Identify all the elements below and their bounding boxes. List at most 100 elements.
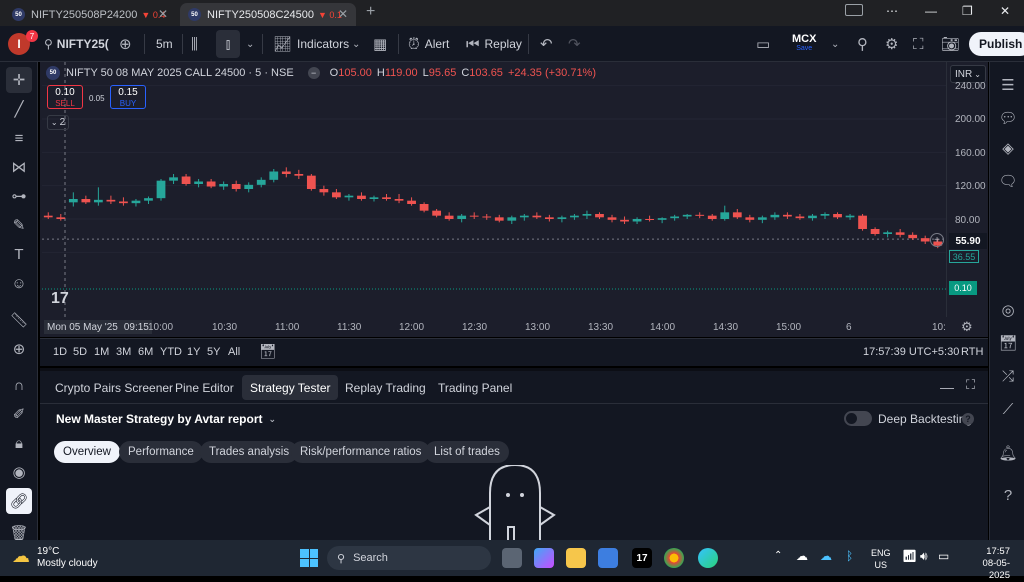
redo-icon[interactable]: ↷ bbox=[568, 26, 581, 62]
fib-icon[interactable]: ≡ bbox=[6, 125, 32, 151]
chip-overview[interactable]: Overview bbox=[54, 441, 120, 463]
legend-title[interactable]: NIFTY 50 08 MAY 2025 CALL 24500 · 5 · NS… bbox=[66, 67, 294, 79]
indicators-dropdown-icon[interactable]: ⌄ bbox=[352, 26, 360, 62]
wifi-icon[interactable]: 📶︎ bbox=[902, 549, 917, 563]
chart-canvas[interactable] bbox=[40, 62, 988, 337]
system-clock[interactable]: 17:57 08-05-2025 bbox=[962, 546, 1010, 582]
trend-arrows-icon[interactable]: ⤮ bbox=[995, 363, 1021, 389]
templates-icon[interactable]: ▦ bbox=[373, 26, 387, 62]
brush-icon[interactable]: ✎ bbox=[6, 212, 32, 238]
range-1y[interactable]: 1Y bbox=[187, 346, 200, 358]
ruler-icon[interactable]: 📏︎ bbox=[6, 307, 32, 333]
fullscreen-icon[interactable]: ⛶ bbox=[913, 26, 924, 62]
chip-performance[interactable]: Performance bbox=[119, 441, 203, 463]
onedrive-business-icon[interactable]: ☁ bbox=[820, 549, 832, 563]
layout-icon[interactable]: ▭ bbox=[756, 26, 770, 62]
user-avatar[interactable]: I 7 bbox=[8, 26, 38, 62]
collapse-indicators-button[interactable]: ⌄ 2 bbox=[47, 115, 69, 130]
chrome-icon[interactable] bbox=[664, 548, 684, 568]
buy-button[interactable]: 0.15 BUY bbox=[110, 85, 146, 109]
market-status-icon[interactable]: − bbox=[307, 67, 320, 79]
compare-button[interactable]: ⊕ bbox=[119, 26, 132, 62]
windows-start-icon[interactable] bbox=[300, 549, 318, 567]
chip-list-of-trades[interactable]: List of trades bbox=[425, 441, 509, 463]
quick-search-icon[interactable]: ⚲ bbox=[857, 26, 868, 62]
exchange-dropdown-icon[interactable]: ⌄ bbox=[831, 26, 839, 62]
calendar-icon[interactable]: 📅︎ bbox=[995, 330, 1021, 356]
ideas-icon[interactable]: 🗨︎ bbox=[995, 168, 1021, 194]
crosshair-icon[interactable]: ✛ bbox=[6, 67, 32, 93]
maximize-panel-icon[interactable]: ⛶ bbox=[966, 377, 975, 393]
close-window-icon[interactable]: ✕ bbox=[1000, 4, 1010, 18]
indicators-button[interactable]: 📈︎ Indicators bbox=[273, 26, 349, 62]
alert-button[interactable]: ⏰︎ Alert bbox=[408, 26, 449, 62]
close-tab-icon[interactable]: ✕ bbox=[338, 7, 348, 21]
range-6m[interactable]: 6M bbox=[138, 346, 153, 358]
help-icon[interactable]: ? bbox=[962, 413, 974, 425]
battery-icon[interactable]: ▭ bbox=[938, 549, 949, 563]
date-range-icon[interactable]: 📅︎ bbox=[259, 343, 277, 360]
edge-icon[interactable] bbox=[698, 548, 718, 568]
restore-icon[interactable]: ❐ bbox=[962, 4, 973, 18]
sell-button[interactable]: 0.10 SELL bbox=[47, 85, 83, 109]
range-5d[interactable]: 5D bbox=[73, 346, 87, 358]
new-tab-button[interactable]: + bbox=[366, 3, 375, 21]
tab-trading-panel[interactable]: Trading Panel bbox=[430, 375, 520, 400]
chip-risk-performance-ratios[interactable]: Risk/performance ratios bbox=[291, 441, 431, 463]
more-icon[interactable]: ⋯ bbox=[886, 4, 898, 18]
browser-tab-put[interactable]: 50 NIFTY250508P24200 ▼ 0.4 ✕ bbox=[4, 3, 176, 26]
range-all[interactable]: All bbox=[228, 346, 240, 358]
weather-cloud-icon[interactable]: ☁ bbox=[12, 546, 30, 567]
exchange-selector[interactable]: MCX Save bbox=[792, 33, 816, 52]
clock-label[interactable]: 17:57:39 UTC+5:30 bbox=[863, 346, 959, 358]
chart-pane[interactable]: 50 NIFTY 50 08 MAY 2025 CALL 24500 · 5 ·… bbox=[40, 62, 988, 337]
price-scale[interactable]: INR ⌄ 240.00 200.00 160.00 120.00 80.00 5… bbox=[946, 62, 988, 317]
onedrive-icon[interactable]: ☁ bbox=[796, 549, 808, 563]
file-explorer-icon[interactable] bbox=[566, 548, 586, 568]
publish-button[interactable]: Publish bbox=[969, 32, 1024, 56]
lock-drawing-icon[interactable]: ✐ bbox=[6, 401, 32, 427]
bell-icon[interactable]: 🔔︎ bbox=[995, 440, 1021, 466]
layers-icon[interactable]: ◈ bbox=[995, 135, 1021, 161]
symbol-search-button[interactable]: ⚲ NIFTY25( bbox=[44, 26, 109, 62]
trend-line-icon[interactable]: ╱ bbox=[6, 96, 32, 122]
strategy-selector[interactable]: New Master Strategy by Avtar report ⌄ bbox=[56, 412, 276, 426]
session-label[interactable]: RTH bbox=[961, 346, 983, 358]
range-ytd[interactable]: YTD bbox=[160, 346, 182, 358]
chevron-up-icon[interactable]: ⌃ bbox=[774, 550, 782, 561]
language-indicator[interactable]: ENG US bbox=[871, 547, 891, 571]
pitchfork-icon[interactable]: ⟋ bbox=[995, 396, 1021, 422]
lock-icon[interactable]: 🔒︎ bbox=[6, 430, 32, 456]
picture-in-picture-icon[interactable] bbox=[845, 4, 863, 16]
weather-widget[interactable]: 19°C Mostly cloudy bbox=[37, 546, 98, 570]
tab-replay-trading[interactable]: Replay Trading bbox=[337, 375, 434, 400]
emoji-icon[interactable]: ☺ bbox=[6, 270, 32, 296]
copilot-icon[interactable] bbox=[534, 548, 554, 568]
chart-type-dropdown-icon[interactable]: ⌄ bbox=[246, 26, 254, 62]
tab-crypto-pairs-screener[interactable]: Crypto Pairs Screener bbox=[47, 375, 181, 400]
close-tab-icon[interactable]: ✕ bbox=[158, 7, 168, 21]
store-icon[interactable] bbox=[598, 548, 618, 568]
task-view-icon[interactable] bbox=[502, 548, 522, 568]
help-circle-icon[interactable]: ? bbox=[995, 482, 1021, 508]
range-1m[interactable]: 1M bbox=[94, 346, 109, 358]
taskbar-search[interactable]: ⚲ Search bbox=[327, 546, 491, 570]
range-3m[interactable]: 3M bbox=[116, 346, 131, 358]
text-icon[interactable]: T bbox=[6, 241, 32, 267]
eye-icon[interactable]: ◉ bbox=[6, 459, 32, 485]
magnet-icon[interactable]: ∩ bbox=[6, 372, 32, 398]
add-price-line-icon[interactable]: + bbox=[930, 233, 944, 247]
bluetooth-icon[interactable]: ᛒ bbox=[846, 549, 853, 563]
minimize-icon[interactable]: — bbox=[925, 4, 937, 18]
chat-icon[interactable]: 💬︎ bbox=[995, 105, 1021, 131]
prediction-icon[interactable]: ⊶ bbox=[6, 183, 32, 209]
browser-tab-call[interactable]: 50 NIFTY250508C24500 ▼ 0.1 ✕ bbox=[180, 3, 356, 26]
candles-style-icon[interactable]: ⫾ bbox=[216, 30, 240, 58]
undo-icon[interactable]: ↶ bbox=[540, 26, 553, 62]
minimize-panel-icon[interactable]: — bbox=[940, 379, 954, 395]
pattern-icon[interactable]: ⋈ bbox=[6, 154, 32, 180]
camera-icon[interactable]: 📷︎ bbox=[941, 26, 960, 62]
tradingview-app-icon[interactable]: 17 bbox=[632, 548, 652, 568]
chip-trades-analysis[interactable]: Trades analysis bbox=[200, 441, 299, 463]
target-icon[interactable]: ◎ bbox=[995, 297, 1021, 323]
